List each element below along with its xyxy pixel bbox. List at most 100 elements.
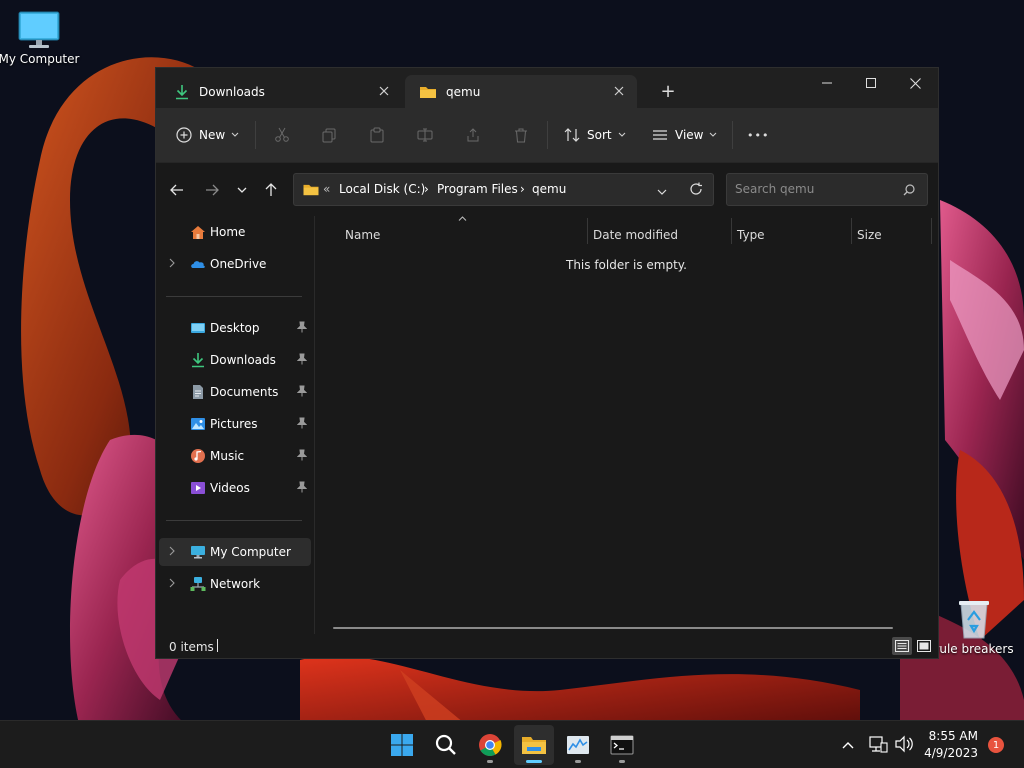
more-options-button[interactable]: •••	[747, 121, 769, 149]
sidebar-separator	[166, 296, 302, 297]
sidebar-item-my-computer[interactable]: My Computer	[159, 538, 311, 566]
delete-button[interactable]	[513, 121, 529, 149]
sidebar-item-onedrive[interactable]: OneDrive	[159, 250, 311, 278]
rename-icon	[417, 128, 433, 142]
breadcrumb-qemu[interactable]: qemu	[532, 182, 566, 196]
column-header-size[interactable]: Size	[857, 222, 929, 248]
trash-icon	[515, 128, 527, 143]
column-divider[interactable]	[587, 218, 588, 244]
notification-badge[interactable]: 1	[988, 737, 1004, 753]
sidebar-item-network[interactable]: Network	[159, 570, 311, 598]
tab-close-button[interactable]	[376, 83, 392, 99]
sidebar-item-home[interactable]: Home	[159, 218, 311, 246]
desktop-icon-recycle-bin[interactable]: rule breakers	[932, 598, 1016, 656]
column-divider[interactable]	[931, 218, 932, 244]
share-icon	[467, 128, 479, 142]
column-header-date-modified[interactable]: Date modified	[593, 222, 729, 248]
taskbar-task-manager[interactable]	[558, 725, 598, 765]
chevron-down-icon	[618, 132, 625, 137]
pin-icon[interactable]	[297, 449, 307, 461]
taskbar-chrome[interactable]	[470, 725, 510, 765]
refresh-button[interactable]	[689, 182, 703, 199]
cut-button[interactable]	[274, 121, 290, 149]
desktop-icon-my-computer[interactable]: My Computer	[0, 10, 81, 66]
sidebar-item-videos[interactable]: Videos	[159, 474, 311, 502]
details-view-button[interactable]	[892, 637, 912, 655]
taskbar-file-explorer[interactable]	[514, 725, 554, 765]
terminal-icon	[610, 735, 634, 755]
title-bar[interactable]: Downloads qemu +	[156, 68, 938, 108]
address-bar[interactable]: « Local Disk (C:) › Program Files › qemu	[293, 173, 714, 206]
desktop-icon-label: rule breakers	[934, 642, 1014, 656]
taskbar-search-button[interactable]	[426, 725, 466, 765]
maximize-button[interactable]	[848, 68, 894, 98]
column-divider[interactable]	[851, 218, 852, 244]
search-input[interactable]	[735, 182, 895, 196]
breadcrumb-separator[interactable]: ›	[424, 182, 429, 196]
breadcrumb-overflow[interactable]: «	[323, 182, 330, 196]
sidebar-item-documents[interactable]: Documents	[159, 378, 311, 406]
sort-icon	[564, 128, 580, 142]
sidebar-item-pictures[interactable]: Pictures	[159, 410, 311, 438]
address-history-dropdown[interactable]	[657, 185, 667, 199]
recycle-bin-icon	[959, 601, 989, 639]
music-icon	[191, 449, 205, 463]
new-button[interactable]: New	[176, 121, 239, 149]
search-box[interactable]	[726, 173, 928, 206]
large-icons-view-button[interactable]	[914, 637, 934, 655]
tab-label: Downloads	[199, 84, 265, 99]
file-explorer-icon	[522, 737, 546, 754]
rename-button[interactable]	[417, 121, 433, 149]
recent-locations-button[interactable]	[228, 176, 256, 204]
sidebar-item-label: My Computer	[210, 545, 291, 559]
view-button[interactable]: View	[652, 121, 717, 149]
horizontal-scrollbar[interactable]	[333, 627, 893, 629]
breadcrumb-separator[interactable]: ›	[520, 182, 525, 196]
forward-button[interactable]	[198, 176, 226, 204]
pin-icon[interactable]	[297, 481, 307, 493]
column-header-type[interactable]: Type	[737, 222, 849, 248]
start-button[interactable]	[382, 725, 422, 765]
taskbar-clock[interactable]: 8:55 AM 4/9/2023	[920, 728, 978, 762]
pin-icon[interactable]	[297, 353, 307, 365]
sidebar-item-desktop[interactable]: Desktop	[159, 314, 311, 342]
toolbar-separator	[732, 121, 733, 149]
column-divider[interactable]	[731, 218, 732, 244]
navigation-bar: « Local Disk (C:) › Program Files › qemu	[156, 162, 938, 216]
tab-downloads[interactable]: Downloads	[160, 75, 402, 108]
network-icon	[190, 577, 206, 591]
close-icon	[379, 86, 389, 96]
onedrive-cloud-icon	[191, 261, 205, 268]
close-icon	[614, 86, 624, 96]
minimize-button[interactable]	[804, 68, 850, 98]
paste-button[interactable]	[369, 121, 385, 149]
volume-button[interactable]	[894, 735, 916, 755]
back-button[interactable]	[163, 176, 191, 204]
arrow-left-icon	[170, 184, 183, 196]
pin-icon[interactable]	[297, 417, 307, 429]
taskbar-terminal[interactable]	[602, 725, 642, 765]
sidebar-item-downloads[interactable]: Downloads	[159, 346, 311, 374]
network-status-button[interactable]	[868, 735, 890, 755]
toolbar-separator	[255, 121, 256, 149]
chevron-down-icon	[710, 132, 717, 137]
sort-button[interactable]: Sort	[564, 121, 626, 149]
copy-button[interactable]	[321, 121, 337, 149]
breadcrumb-local-disk[interactable]: Local Disk (C:)	[339, 182, 425, 196]
new-tab-button[interactable]: +	[656, 80, 680, 104]
column-header-name[interactable]: Name	[345, 222, 585, 248]
sidebar-item-label: Videos	[210, 481, 250, 495]
details-view-icon	[895, 640, 909, 652]
pin-icon[interactable]	[297, 385, 307, 397]
minimize-icon	[822, 82, 832, 84]
share-button[interactable]	[465, 121, 481, 149]
sidebar-item-music[interactable]: Music	[159, 442, 311, 470]
tab-close-button[interactable]	[611, 83, 627, 99]
up-button[interactable]	[257, 176, 285, 204]
breadcrumb-program-files[interactable]: Program Files	[437, 182, 518, 196]
show-hidden-icons-button[interactable]	[838, 735, 858, 755]
pin-icon[interactable]	[297, 321, 307, 333]
chevron-right-icon	[169, 546, 175, 556]
tab-qemu[interactable]: qemu	[405, 75, 637, 108]
close-window-button[interactable]	[892, 68, 938, 98]
